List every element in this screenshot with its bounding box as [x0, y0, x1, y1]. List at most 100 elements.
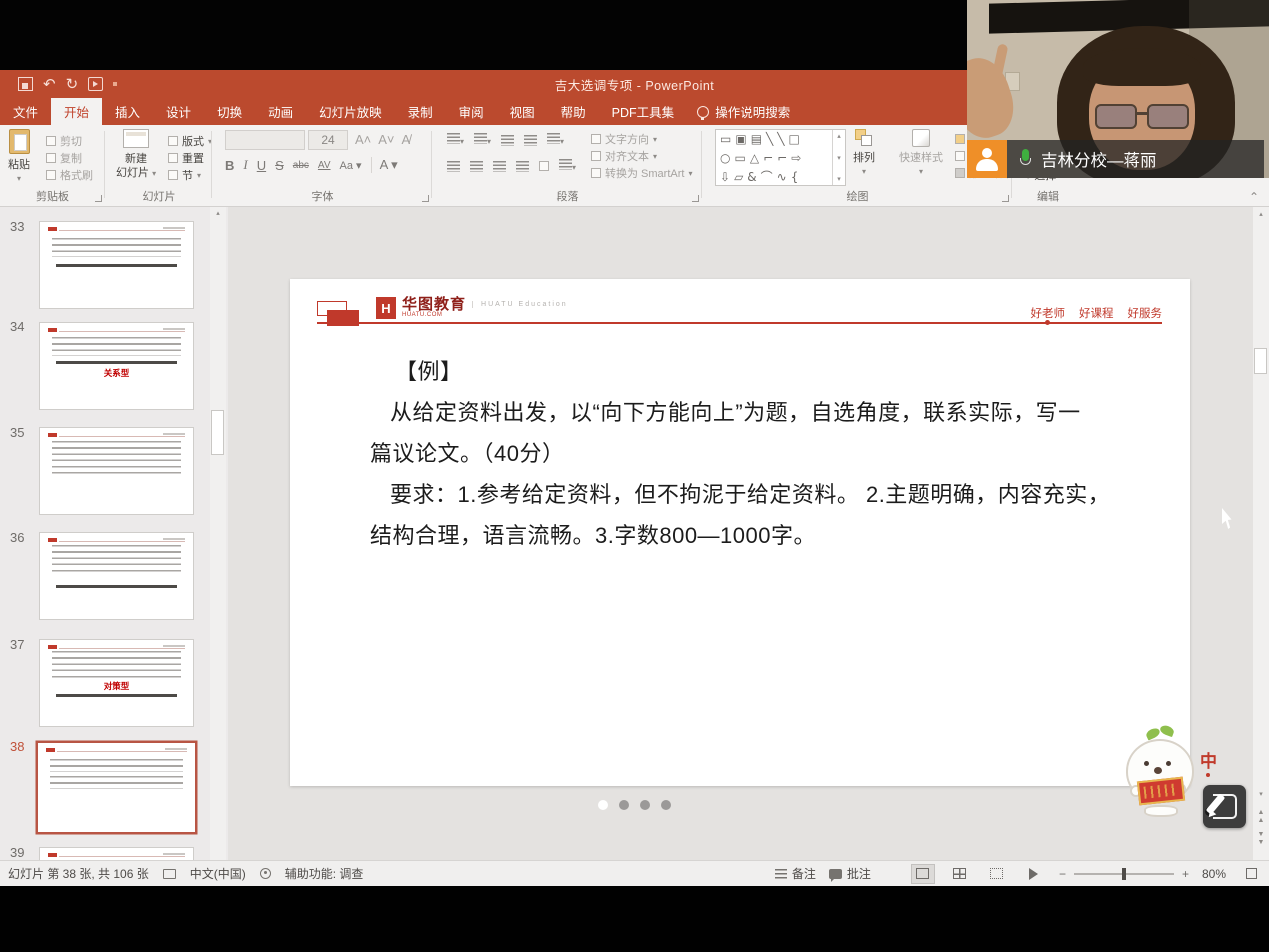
display-settings-icon[interactable] — [163, 869, 176, 879]
tab-animations[interactable]: 动画 — [255, 98, 306, 125]
previous-slide-button[interactable]: ▲▲ — [1254, 809, 1268, 825]
main-scrollbar[interactable]: ▴ ▾ ▲▲ ▼▼ — [1253, 207, 1269, 860]
tab-view[interactable]: 视图 — [497, 98, 548, 125]
numbering-icon[interactable]: ▾ — [474, 133, 491, 147]
bold-button[interactable]: B — [225, 158, 234, 173]
thumbnail-slide-38-selected[interactable] — [38, 743, 195, 832]
char-spacing-button[interactable]: AV — [318, 160, 331, 171]
increase-indent-icon[interactable] — [524, 135, 537, 146]
start-slideshow-icon[interactable] — [88, 77, 103, 91]
new-slide-button[interactable]: 新建 幻灯片 ▾ — [116, 129, 156, 180]
tab-record[interactable]: 录制 — [395, 98, 446, 125]
justify-icon[interactable] — [516, 161, 529, 172]
thumbnail-scrollbar-thumb[interactable] — [211, 410, 224, 455]
tab-pdf-tools[interactable]: PDF工具集 — [599, 98, 688, 125]
thumbnail-slide-37[interactable]: 对策型 — [40, 640, 193, 726]
copy-button[interactable]: 复制 — [46, 150, 82, 166]
page-dot[interactable] — [661, 800, 671, 810]
format-painter-button[interactable]: 格式刷 — [46, 167, 93, 183]
align-center-icon[interactable] — [470, 161, 483, 172]
notes-toggle[interactable]: 备注 — [775, 865, 816, 882]
paste-button[interactable]: 粘贴 ▾ — [8, 129, 30, 183]
tab-design[interactable]: 设计 — [153, 98, 204, 125]
underline-button[interactable]: U — [257, 158, 266, 173]
main-scrollbar-thumb[interactable] — [1254, 348, 1267, 374]
align-text-button[interactable]: 对齐文本▾ — [591, 148, 657, 164]
bullets-icon[interactable]: ▾ — [447, 133, 464, 147]
fit-to-window-button[interactable] — [1239, 864, 1263, 884]
tab-insert[interactable]: 插入 — [102, 98, 153, 125]
align-left-icon[interactable] — [447, 161, 460, 172]
tab-help[interactable]: 帮助 — [548, 98, 599, 125]
shape-gallery[interactable]: ▭▣▤╲╲□ ○▭△⌐⌐⇨ ⇩▱&⌒∿{ ▴▾▾ — [715, 129, 846, 186]
text-direction-button[interactable]: 文字方向▾ — [591, 131, 657, 147]
page-dot[interactable] — [640, 800, 650, 810]
font-color-button[interactable]: A ▾ — [371, 157, 398, 173]
zoom-level[interactable]: 80% — [1202, 867, 1226, 881]
zoom-out-button[interactable]: − — [1059, 867, 1066, 881]
thumbnail-slide-36[interactable] — [40, 533, 193, 619]
thumbnail-slide-34[interactable]: 关系型 — [40, 323, 193, 409]
thumbnail-slide-33[interactable] — [40, 222, 193, 308]
header-rule — [317, 322, 1162, 324]
more-paragraph-icon[interactable]: ▾ — [559, 159, 576, 173]
language-indicator[interactable]: 中文(中国) — [190, 865, 246, 882]
save-icon[interactable] — [18, 77, 33, 91]
page-dot-active[interactable] — [598, 800, 608, 810]
font-name-combobox[interactable] — [225, 130, 305, 150]
clipboard-dialog-launcher[interactable] — [95, 195, 102, 202]
slide-sorter-view-button[interactable] — [948, 864, 972, 884]
scroll-down-icon[interactable]: ▾ — [1254, 791, 1268, 799]
line-spacing-icon[interactable]: ▾ — [547, 133, 564, 147]
copy-icon — [46, 153, 56, 163]
thumbnail-slide-39[interactable] — [40, 848, 193, 860]
zoom-slider[interactable] — [1074, 873, 1174, 875]
page-dot[interactable] — [619, 800, 629, 810]
shadow-button[interactable]: abc — [293, 160, 309, 171]
scroll-up-icon[interactable]: ▴ — [1253, 210, 1269, 218]
scroll-up-icon[interactable]: ▴ — [210, 209, 226, 217]
slide-body-text[interactable]: 【例】 从给定资料出发，以“向下方能向上”为题，自选角度，联系实际，写一 篇议论… — [370, 351, 1130, 556]
shrink-font-icon[interactable]: A˅ — [378, 132, 394, 147]
align-right-icon[interactable] — [493, 161, 506, 172]
shape-gallery-scroll[interactable]: ▴▾▾ — [832, 130, 845, 185]
cut-button[interactable]: 剪切 — [46, 133, 82, 149]
tab-home[interactable]: 开始 — [51, 98, 102, 125]
layout-button[interactable]: 版式▾ — [168, 133, 212, 149]
columns-icon[interactable] — [539, 161, 549, 171]
font-dialog-launcher[interactable] — [422, 195, 429, 202]
strikethrough-button[interactable]: S — [275, 158, 284, 173]
comments-toggle[interactable]: 批注 — [829, 865, 871, 882]
grow-font-icon[interactable]: A˄ — [355, 132, 371, 147]
zoom-in-button[interactable]: + — [1182, 867, 1189, 881]
change-case-button[interactable]: Aa ▾ — [340, 159, 362, 172]
decrease-indent-icon[interactable] — [501, 135, 514, 146]
reset-button[interactable]: 重置 — [168, 150, 204, 166]
normal-view-button[interactable] — [911, 864, 935, 884]
next-slide-button[interactable]: ▼▼ — [1254, 831, 1268, 847]
tab-review[interactable]: 审阅 — [446, 98, 497, 125]
tab-slideshow[interactable]: 幻灯片放映 — [306, 98, 395, 125]
tab-file[interactable]: 文件 — [0, 98, 51, 125]
zoom-slider-thumb[interactable] — [1122, 868, 1126, 880]
reading-view-button[interactable] — [985, 864, 1009, 884]
accessibility-status[interactable]: 辅助功能: 调查 — [285, 865, 364, 882]
italic-button[interactable]: I — [243, 157, 247, 173]
overlay-page-dots[interactable] — [598, 800, 671, 810]
thumbnail-scrollbar[interactable]: ▴ — [210, 207, 226, 860]
annotation-pen-button[interactable] — [1203, 785, 1246, 828]
clear-format-icon[interactable]: A̸ — [402, 132, 411, 147]
thumbnail-slide-35[interactable] — [40, 428, 193, 514]
section-button[interactable]: 节▾ — [168, 167, 201, 183]
tell-me-search[interactable]: 操作说明搜索 — [687, 98, 800, 125]
collapse-ribbon-icon[interactable]: ⌃ — [1249, 190, 1259, 204]
tab-transitions[interactable]: 切换 — [204, 98, 255, 125]
paragraph-dialog-launcher[interactable] — [692, 195, 699, 202]
quick-styles-button[interactable]: 快速样式 ▾ — [899, 129, 943, 176]
arrange-button[interactable]: 排列 ▾ — [853, 129, 875, 176]
slideshow-view-button[interactable] — [1022, 864, 1046, 884]
font-size-combobox[interactable]: 24 — [308, 130, 348, 150]
slide-canvas[interactable]: H 华图教育 HUATU.COM HUATU Education 好老师好课程好… — [290, 279, 1190, 786]
drawing-dialog-launcher[interactable] — [1002, 195, 1009, 202]
smartart-button[interactable]: 转换为 SmartArt▾ — [591, 165, 692, 181]
